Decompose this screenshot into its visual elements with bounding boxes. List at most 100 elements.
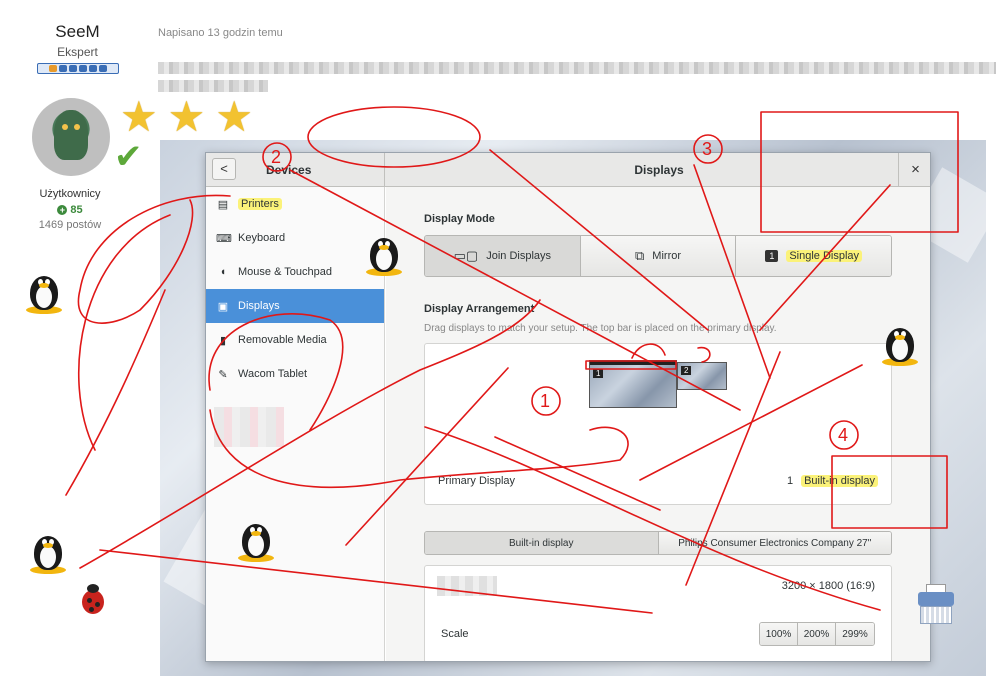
display-mode-selector: ▭▢ Join Displays ⧉ Mirror 1 Single Displ… [424, 235, 892, 277]
rank-pip [98, 65, 107, 72]
sidebar-item-label: Wacom Tablet [238, 368, 308, 380]
checkmark-icon: ✔ [114, 138, 143, 176]
annotation-number: 2 [271, 147, 282, 167]
single-display-icon: 1 [765, 250, 779, 262]
blurred-label [437, 576, 497, 596]
keyboard-icon: ⌨ [216, 232, 232, 245]
sidebar-item-printers[interactable]: ▤ Printers [206, 187, 384, 221]
avatar-eye [62, 124, 68, 130]
mirror-button[interactable]: ⧉ Mirror [580, 236, 737, 276]
desktop-screenshot: < Devices Displays × ▤ Printers ⌨ Keyboa… [160, 140, 986, 676]
scale-299-button[interactable]: 299% [836, 623, 874, 645]
rank-pip [78, 65, 87, 72]
primary-display-name: Built-in display [801, 475, 878, 487]
avatar[interactable] [32, 98, 110, 176]
settings-window: < Devices Displays × ▤ Printers ⌨ Keyboa… [205, 152, 931, 662]
shredder-icon [916, 584, 956, 624]
window-header: < Devices Displays × [206, 153, 930, 187]
annotation-line [78, 214, 171, 451]
monitor-2[interactable]: 2 [677, 362, 727, 390]
post-count: 1469 postów [38, 219, 102, 231]
devices-sidebar: ▤ Printers ⌨ Keyboard ◖ Mouse & Touchpad… [206, 187, 385, 661]
mouse-icon: ◖ [219, 266, 227, 278]
post-date: Napisano 13 godzin temu [158, 27, 283, 39]
tab-external-display[interactable]: Philips Consumer Electronics Company 27" [658, 532, 891, 554]
sidebar-item-keyboard[interactable]: ⌨ Keyboard [206, 221, 384, 255]
sidebar-item-label: Removable Media [238, 334, 327, 346]
sidebar-item-label: Mouse & Touchpad [238, 266, 332, 278]
blurred-text-line [158, 62, 996, 74]
join-displays-button[interactable]: ▭▢ Join Displays [425, 236, 581, 276]
display-settings: 3200 × 1800 (16:9) Scale 100% 200% 299% [424, 565, 892, 661]
star-icon: ★ [215, 93, 253, 140]
primary-display-label: Primary Display [438, 475, 516, 487]
monitor-1[interactable]: 1 [589, 360, 677, 408]
arrangement-title: Display Arrangement [424, 303, 535, 315]
forum-page: SeeM Ekspert ★ ★ ★ ✔ Użytkownicy +85 146… [0, 0, 1000, 690]
mode-label: Join Displays [486, 250, 552, 262]
displays-panel: Display Mode ▭▢ Join Displays ⧉ Mirror 1… [386, 187, 930, 661]
mode-label: Single Display [786, 250, 863, 262]
resolution-value[interactable]: 3200 × 1800 (16:9) [782, 580, 875, 592]
rank-pip [68, 65, 77, 72]
scale-selector: 100% 200% 299% [759, 622, 875, 646]
header-divider [384, 153, 385, 187]
sidebar-item-wacom[interactable]: ✎ Wacom Tablet [206, 357, 384, 391]
scale-label: Scale [441, 628, 469, 640]
star-icon: ★ [167, 93, 206, 140]
scale-200-button[interactable]: 200% [798, 623, 836, 645]
author-group: Użytkownicy [39, 188, 101, 200]
post-author-info: SeeM Ekspert [20, 20, 135, 74]
tux-penguin-icon [24, 270, 64, 316]
join-displays-icon: ▭▢ [453, 248, 479, 263]
sidebar-item-mouse[interactable]: ◖ Mouse & Touchpad [206, 255, 384, 289]
mirror-icon: ⧉ [635, 248, 645, 263]
close-button[interactable]: × [898, 153, 930, 187]
rank-pip [48, 65, 57, 72]
tux-penguin-icon [28, 530, 68, 576]
scale-100-button[interactable]: 100% [760, 623, 798, 645]
rank-badge [36, 63, 119, 74]
display-tabs: Built-in display Philips Consumer Electr… [424, 531, 892, 555]
usb-icon: ▮ [219, 334, 227, 347]
blurred-item [214, 407, 284, 447]
sidebar-item-removable-media[interactable]: ▮ Removable Media [206, 323, 384, 357]
monitor-number: 1 [593, 369, 604, 378]
rank-pip [58, 65, 67, 72]
sidebar-item-label: Displays [238, 300, 280, 312]
ladybug-icon [78, 584, 108, 616]
star-icon: ★ [120, 93, 158, 140]
primary-display-row[interactable]: Primary Display 1 Built-in display [424, 457, 892, 505]
avatar-eye [74, 124, 80, 130]
primary-display-number: 1 [786, 475, 794, 487]
author-name[interactable]: SeeM [20, 22, 135, 42]
tux-penguin-icon [364, 232, 404, 278]
tux-penguin-icon [880, 322, 920, 368]
tablet-icon: ✎ [218, 368, 228, 381]
annotation-number: 3 [702, 139, 713, 159]
back-button[interactable]: < [212, 158, 236, 180]
top-bar-marker [590, 361, 676, 365]
tux-penguin-icon [236, 518, 276, 564]
primary-display-value: 1 Built-in display [787, 475, 878, 487]
sidebar-item-displays[interactable]: ▣ Displays [206, 289, 384, 323]
annotation-number: 1 [540, 391, 551, 411]
author-rank: Ekspert [57, 45, 98, 59]
mode-label: Mirror [652, 250, 682, 262]
annotation-number: 4 [838, 425, 849, 445]
sidebar-item-label: Printers [238, 198, 282, 210]
sidebar-item-label: Keyboard [238, 232, 286, 244]
avatar-figure [54, 110, 88, 160]
plus-icon: + [57, 205, 68, 215]
reputation-stars: ★ ★ ★ [120, 96, 253, 138]
reputation-count: +85 [20, 204, 120, 216]
single-display-button[interactable]: 1 Single Display [736, 236, 891, 276]
rank-pip [88, 65, 97, 72]
display-icon: ▣ [217, 300, 229, 313]
monitor-number: 2 [681, 366, 692, 375]
annotation-line [65, 289, 166, 496]
tab-built-in-display[interactable]: Built-in display [425, 532, 659, 554]
display-mode-title: Display Mode [424, 213, 495, 225]
window-title: Displays [634, 163, 684, 177]
reputation-value: 85 [70, 204, 83, 216]
